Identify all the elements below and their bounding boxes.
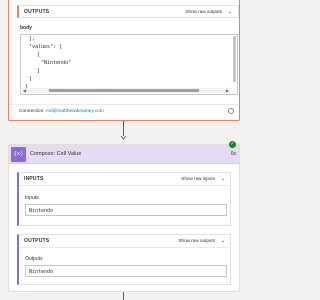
- compose-action-title: Compose: Cell Value: [30, 151, 82, 157]
- check-icon: ✓: [229, 141, 236, 148]
- outputs-field-label: Outputs: [25, 256, 43, 262]
- body-code-viewer[interactable]: ], "values": [ { "Nintendo" ] ] } ◀ ▶: [20, 34, 238, 95]
- outputs-section-title: OUTPUTS: [24, 238, 50, 244]
- outputs-section-title: OUTPUTS: [24, 9, 50, 15]
- inputs-value-box: Nintendo: [25, 204, 227, 216]
- outputs-section-header[interactable]: OUTPUTS Show raw outputs ⌄: [17, 5, 239, 18]
- outputs-section-header[interactable]: OUTPUTS Show raw outputs ⌄: [19, 235, 231, 248]
- compose-action-card: {x} Compose: Cell Value 0s INPUTS Show r…: [8, 144, 240, 292]
- info-icon[interactable]: [228, 108, 234, 114]
- outputs-value: Nintendo: [29, 269, 54, 275]
- flow-connector-line: [123, 292, 124, 300]
- scroll-right-icon[interactable]: ▶: [226, 88, 229, 93]
- arrow-down-icon: [120, 135, 127, 140]
- chevron-down-icon[interactable]: ⌄: [227, 9, 233, 15]
- show-raw-outputs-link[interactable]: Show raw outputs: [178, 238, 215, 243]
- show-raw-outputs-link[interactable]: Show raw outputs: [185, 9, 222, 14]
- outputs-value-box: Nintendo: [25, 265, 227, 277]
- compose-variable-icon: {x}: [11, 147, 26, 162]
- inputs-section-header[interactable]: INPUTS Show raw inputs ⌄: [19, 173, 231, 186]
- code-line: ]: [29, 76, 33, 82]
- code-line: {: [37, 52, 41, 58]
- previous-action-card: OUTPUTS Show raw outputs ⌄ body ], "valu…: [8, 0, 240, 121]
- body-label: body: [20, 25, 32, 31]
- code-line: ]: [37, 68, 41, 74]
- code-line: "Nintendo": [41, 60, 72, 66]
- connection-email-link[interactable]: md@matthewdevaney.com: [46, 109, 104, 114]
- code-line: ],: [29, 36, 36, 42]
- inputs-value: Nintendo: [29, 208, 54, 214]
- outputs-section: OUTPUTS Show raw outputs ⌄ Outputs Ninte…: [17, 234, 231, 285]
- vertical-scrollbar[interactable]: [233, 36, 236, 82]
- inputs-field-label: Inputs: [25, 195, 39, 201]
- divider: [9, 104, 238, 105]
- connection-row: Connection: md@matthewdevaney.com: [19, 109, 104, 114]
- horizontal-scrollbar-thumb[interactable]: [49, 89, 199, 92]
- chevron-down-icon[interactable]: ⌄: [220, 176, 226, 182]
- code-line: "values": [: [29, 44, 63, 50]
- inputs-section: INPUTS Show raw inputs ⌄ Inputs Nintendo: [17, 172, 231, 226]
- chevron-down-icon[interactable]: ⌄: [220, 238, 226, 244]
- inputs-section-title: INPUTS: [24, 176, 44, 182]
- scroll-left-icon[interactable]: ◀: [23, 88, 26, 93]
- connection-label: Connection:: [19, 109, 45, 114]
- compose-action-header[interactable]: {x} Compose: Cell Value 0s: [9, 145, 239, 164]
- duration-label: 0s: [230, 151, 236, 157]
- show-raw-inputs-link[interactable]: Show raw inputs: [181, 176, 215, 181]
